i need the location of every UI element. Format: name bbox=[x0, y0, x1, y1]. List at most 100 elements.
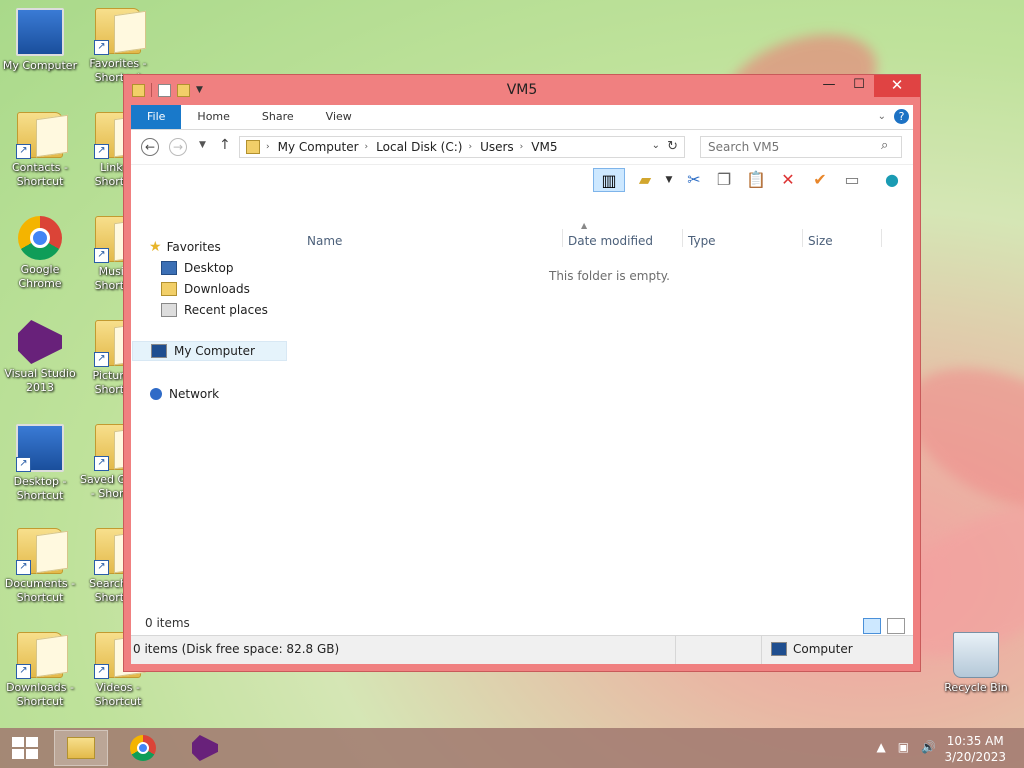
windows-logo-icon bbox=[12, 749, 24, 759]
folder-options-icon[interactable]: ▰ bbox=[633, 168, 657, 192]
tab-file[interactable]: File bbox=[131, 105, 182, 129]
tab-home[interactable]: Home bbox=[181, 105, 245, 129]
nav-favorites[interactable]: ★ Favorites bbox=[149, 237, 221, 257]
window-controls: — ☐ ✕ bbox=[814, 75, 920, 97]
preview-pane-icon[interactable]: ▥ bbox=[593, 168, 625, 192]
close-button[interactable]: ✕ bbox=[874, 75, 920, 97]
tab-view[interactable]: View bbox=[310, 105, 368, 129]
title-bar[interactable]: ▼ VM5 — ☐ ✕ bbox=[124, 75, 920, 105]
checkmark-icon[interactable]: ✔ bbox=[808, 168, 832, 192]
windows-logo-icon bbox=[26, 737, 38, 747]
desktop-icon-documents[interactable]: ↗ Documents - Shortcut bbox=[0, 528, 80, 605]
clock[interactable]: 10:35 AM 3/20/2023 bbox=[944, 733, 1006, 765]
chevron-down-icon[interactable]: ⌄ bbox=[878, 111, 886, 122]
folder-icon: ↗ bbox=[94, 8, 141, 55]
shortcut-arrow-icon: ↗ bbox=[94, 40, 109, 55]
column-separator[interactable] bbox=[682, 229, 683, 247]
minimize-button[interactable]: — bbox=[814, 75, 844, 97]
forward-button[interactable]: → bbox=[169, 138, 187, 156]
breadcrumb-my-computer[interactable]: My Computer bbox=[278, 140, 359, 154]
computer-icon bbox=[16, 8, 64, 56]
desktop-icon-desktop[interactable]: ↗ Desktop - Shortcut bbox=[0, 424, 80, 503]
nav-downloads[interactable]: Downloads bbox=[161, 279, 250, 299]
show-hidden-icons-icon[interactable]: ▲ bbox=[876, 740, 885, 754]
chevron-down-icon[interactable]: ▼ bbox=[657, 168, 681, 192]
chevron-down-icon[interactable]: ⌄ bbox=[652, 140, 660, 151]
cut-icon[interactable]: ✂ bbox=[682, 168, 706, 192]
item-count: 0 items bbox=[145, 616, 190, 630]
desktop-icon-contacts[interactable]: ↗ Contacts - Shortcut bbox=[0, 112, 80, 189]
large-icons-view-icon[interactable] bbox=[887, 618, 905, 634]
volume-icon[interactable]: 🔊 bbox=[921, 740, 936, 754]
computer-icon bbox=[151, 344, 167, 358]
explorer-window[interactable]: ▼ VM5 — ☐ ✕ File Home Share View ⌄ ? ← →… bbox=[123, 74, 921, 672]
maximize-button[interactable]: ☐ bbox=[844, 75, 874, 97]
breadcrumb-arrow-icon[interactable]: › bbox=[266, 142, 270, 152]
column-separator[interactable] bbox=[802, 229, 803, 247]
recent-places-icon bbox=[161, 303, 177, 317]
desktop-icon-label: Downloads - Shortcut bbox=[6, 681, 74, 708]
status-bar: 0 items (Disk free space: 82.8 GB) Compu… bbox=[131, 635, 913, 664]
breadcrumb-users[interactable]: Users bbox=[480, 140, 514, 154]
nav-recent-places[interactable]: Recent places bbox=[161, 300, 268, 320]
desktop-icon-chrome[interactable]: Google Chrome bbox=[0, 216, 80, 291]
windows-logo-icon bbox=[12, 737, 24, 747]
taskbar-chrome[interactable] bbox=[116, 730, 170, 766]
breadcrumb-local-disk[interactable]: Local Disk (C:) bbox=[376, 140, 462, 154]
address-bar[interactable]: › My Computer › Local Disk (C:) › Users … bbox=[239, 136, 685, 158]
rename-icon[interactable]: ▭ bbox=[840, 168, 864, 192]
nav-desktop[interactable]: Desktop bbox=[161, 258, 234, 278]
recent-locations-dropdown[interactable]: ▼ bbox=[199, 140, 206, 150]
delete-icon[interactable]: ✕ bbox=[776, 168, 800, 192]
network-icon bbox=[150, 388, 162, 400]
status-zone-label: Computer bbox=[793, 642, 853, 656]
folder-icon bbox=[246, 140, 260, 154]
network-icon[interactable]: ▣ bbox=[898, 740, 909, 754]
sort-arrow-icon: ▲ bbox=[581, 221, 588, 230]
nav-label: Downloads bbox=[184, 282, 250, 296]
desktop-icon-label: Recycle Bin bbox=[944, 681, 1008, 694]
folder-icon: ↗ bbox=[16, 528, 63, 575]
search-icon[interactable]: ⌕ bbox=[881, 138, 888, 153]
globe-icon[interactable]: ● bbox=[880, 168, 904, 192]
desktop-icon-label: Google Chrome bbox=[18, 263, 62, 290]
copy-icon[interactable]: ❐ bbox=[712, 168, 736, 192]
column-header-name[interactable]: Name bbox=[307, 234, 342, 248]
column-header-type[interactable]: Type bbox=[688, 234, 716, 248]
search-input[interactable] bbox=[700, 136, 902, 158]
windows-logo-icon bbox=[26, 749, 38, 759]
breadcrumb-arrow-icon[interactable]: › bbox=[365, 142, 369, 152]
breadcrumb-arrow-icon[interactable]: › bbox=[468, 142, 472, 152]
paste-icon[interactable]: 📋 bbox=[744, 168, 768, 192]
computer-icon bbox=[771, 642, 787, 656]
column-separator[interactable] bbox=[562, 229, 563, 247]
desktop-icon-label: Contacts - Shortcut bbox=[12, 161, 68, 188]
tab-share[interactable]: Share bbox=[246, 105, 310, 129]
taskbar-file-explorer[interactable] bbox=[54, 730, 108, 766]
nav-my-computer[interactable]: My Computer bbox=[132, 341, 287, 361]
breadcrumb-arrow-icon[interactable]: › bbox=[520, 142, 524, 152]
breadcrumb-vm5[interactable]: VM5 bbox=[531, 140, 557, 154]
desktop-icon-downloads[interactable]: ↗ Downloads - Shortcut bbox=[0, 632, 80, 709]
taskbar-visual-studio[interactable] bbox=[178, 730, 232, 766]
column-separator[interactable] bbox=[881, 229, 882, 247]
refresh-icon[interactable]: ↻ bbox=[667, 139, 678, 154]
ribbon-tabs: File Home Share View ⌄ ? bbox=[131, 105, 913, 130]
details-view-icon[interactable] bbox=[863, 618, 881, 634]
navigation-pane: ★ Favorites Desktop Downloads Recent pla… bbox=[131, 227, 289, 636]
clock-time: 10:35 AM bbox=[946, 734, 1004, 748]
status-disk-space: 0 items (Disk free space: 82.8 GB) bbox=[133, 642, 340, 656]
desktop-icon-my-computer[interactable]: My Computer bbox=[0, 8, 80, 73]
status-separator bbox=[761, 636, 762, 664]
desktop-icon-recycle-bin[interactable]: Recycle Bin bbox=[936, 632, 1016, 695]
desktop-icon-visual-studio[interactable]: Visual Studio 2013 bbox=[0, 320, 80, 395]
file-list-pane[interactable]: ▲ Name Date modified Type Size This fold… bbox=[289, 221, 913, 636]
up-button[interactable]: ↑ bbox=[219, 137, 231, 153]
help-icon[interactable]: ? bbox=[894, 109, 909, 124]
back-button[interactable]: ← bbox=[141, 138, 159, 156]
column-header-size[interactable]: Size bbox=[808, 234, 833, 248]
nav-network[interactable]: Network bbox=[150, 384, 219, 404]
start-button[interactable] bbox=[12, 737, 38, 759]
column-header-date-modified[interactable]: Date modified bbox=[568, 234, 653, 248]
ribbon-right: ⌄ ? bbox=[878, 109, 909, 124]
